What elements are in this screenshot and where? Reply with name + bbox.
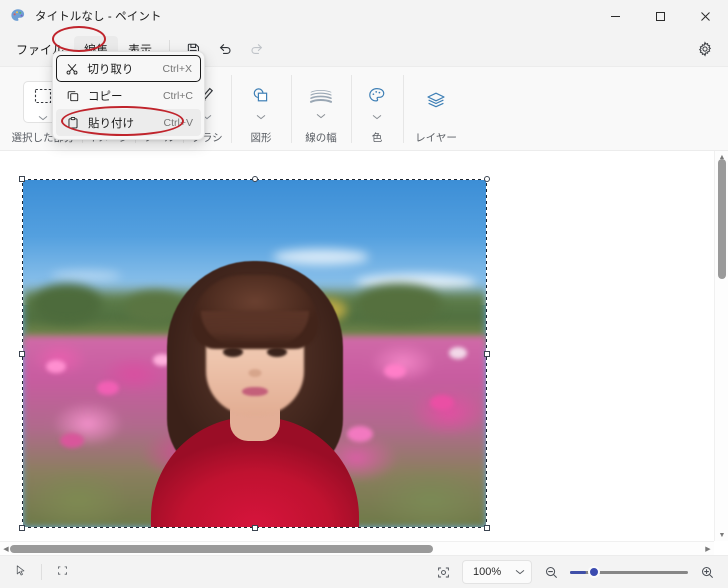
line-width-icon <box>308 86 334 111</box>
photo-tree <box>356 284 443 325</box>
selection-handle-bottom-right[interactable] <box>484 525 490 531</box>
horizontal-scroll-thumb[interactable] <box>10 545 433 553</box>
scroll-down-arrow-icon[interactable]: ▼ <box>715 529 728 541</box>
zoom-level-value: 100% <box>473 566 502 578</box>
selection-handle-middle-right[interactable] <box>484 350 490 357</box>
zoom-out-button[interactable] <box>538 560 564 584</box>
menu-item-copy-label: コピー <box>88 90 123 103</box>
cursor-pointer-icon <box>14 564 27 580</box>
minimize-button[interactable] <box>593 0 638 32</box>
selection-handle-top-left[interactable] <box>19 176 25 182</box>
paint-palette-icon <box>10 8 26 24</box>
menu-item-paste-label: 貼り付け <box>88 117 134 130</box>
selection-handle-bottom-left[interactable] <box>19 525 25 531</box>
selection-size-icon <box>56 564 69 580</box>
menu-item-cut-accel: Ctrl+X <box>162 62 192 75</box>
horizontal-scrollbar[interactable]: ◀ ▶ <box>0 541 714 555</box>
menu-item-copy-accel: Ctrl+C <box>162 89 193 102</box>
copy-icon <box>62 89 84 103</box>
title-bar: タイトルなし - ペイント <box>0 0 728 32</box>
shapes-icon <box>249 85 273 112</box>
canvas-work-area[interactable]: ▲ ▼ ◀ ▶ <box>0 151 728 555</box>
ribbon-group-colors[interactable]: 色 <box>351 67 403 151</box>
menu-item-cut-label: 切り取り <box>87 63 134 76</box>
chevron-down-icon <box>256 114 266 120</box>
chevron-down-icon <box>316 113 326 119</box>
color-palette-icon <box>366 85 388 112</box>
paint-window: タイトルなし - ペイント ファイル 編集 表示 選択した部分 ブラシ 図形 線… <box>0 0 728 588</box>
zoom-slider-fill <box>570 570 586 574</box>
zoom-level-select[interactable]: 100% <box>462 560 532 584</box>
selection-handle-middle-left[interactable] <box>19 350 25 357</box>
photo-tree <box>32 284 103 325</box>
zoom-slider-knob[interactable] <box>588 566 600 578</box>
selection-handle-bottom-center[interactable] <box>251 525 258 531</box>
line-width-tool-button[interactable] <box>300 83 342 120</box>
selection-handle-top-center[interactable] <box>251 176 258 182</box>
layers-tool-button[interactable] <box>415 86 457 117</box>
fit-to-window-button[interactable] <box>430 560 456 584</box>
person-mouth <box>241 387 268 396</box>
redo-button[interactable] <box>241 35 273 63</box>
ribbon-group-line-width[interactable]: 線の幅 <box>291 67 351 151</box>
window-controls <box>593 0 728 32</box>
close-button[interactable] <box>683 0 728 32</box>
zoom-slider[interactable] <box>570 565 688 579</box>
selection-size-cell <box>42 561 83 583</box>
edit-menu-dropdown: 切り取り Ctrl+X コピー Ctrl+C 貼り付け Ctrl+V <box>52 51 205 140</box>
status-bar: 100% <box>0 555 728 588</box>
photo-petal <box>448 346 467 359</box>
status-left <box>0 561 83 583</box>
window-title: タイトルなし - ペイント <box>35 11 162 23</box>
canvas-image[interactable] <box>23 180 486 527</box>
zoom-in-button[interactable] <box>694 560 720 584</box>
photo-petal <box>384 363 407 378</box>
menu-item-cut[interactable]: 切り取り Ctrl+X <box>56 55 201 82</box>
menu-item-paste[interactable]: 貼り付け Ctrl+V <box>56 109 201 136</box>
ribbon-label-line-width: 線の幅 <box>305 132 337 144</box>
shapes-tool-button[interactable] <box>240 82 282 121</box>
vertical-scrollbar[interactable]: ▲ ▼ <box>714 151 728 541</box>
maximize-button[interactable] <box>638 0 683 32</box>
undo-button[interactable] <box>209 35 241 63</box>
chevron-down-icon <box>372 114 382 120</box>
ribbon-label-shapes: 図形 <box>250 132 272 144</box>
cursor-position-cell <box>0 561 41 583</box>
person-bangs <box>200 311 309 345</box>
ribbon-group-shapes[interactable]: 図形 <box>231 67 291 151</box>
scroll-right-arrow-icon[interactable]: ▶ <box>702 542 714 555</box>
dashed-selection-icon <box>32 86 54 113</box>
settings-button[interactable] <box>690 35 720 63</box>
scissors-icon <box>61 62 83 76</box>
person-nose <box>248 369 261 377</box>
ribbon-label-layers: レイヤー <box>415 132 457 144</box>
ribbon-group-layers[interactable]: レイヤー <box>403 67 469 151</box>
status-right: 100% <box>430 560 720 584</box>
menu-item-paste-accel: Ctrl+V <box>163 116 193 129</box>
menu-item-copy[interactable]: コピー Ctrl+C <box>56 82 201 109</box>
ribbon-label-colors: 色 <box>371 132 383 144</box>
paste-icon <box>62 116 84 130</box>
chevron-down-icon <box>38 115 48 121</box>
color-tool-button[interactable] <box>356 82 398 121</box>
chevron-down-icon <box>515 566 525 578</box>
layers-icon <box>424 89 448 116</box>
photo-person <box>148 259 362 527</box>
canvas-selection[interactable] <box>19 176 490 531</box>
selection-handle-top-right[interactable] <box>484 176 490 182</box>
vertical-scroll-thumb[interactable] <box>718 159 726 279</box>
